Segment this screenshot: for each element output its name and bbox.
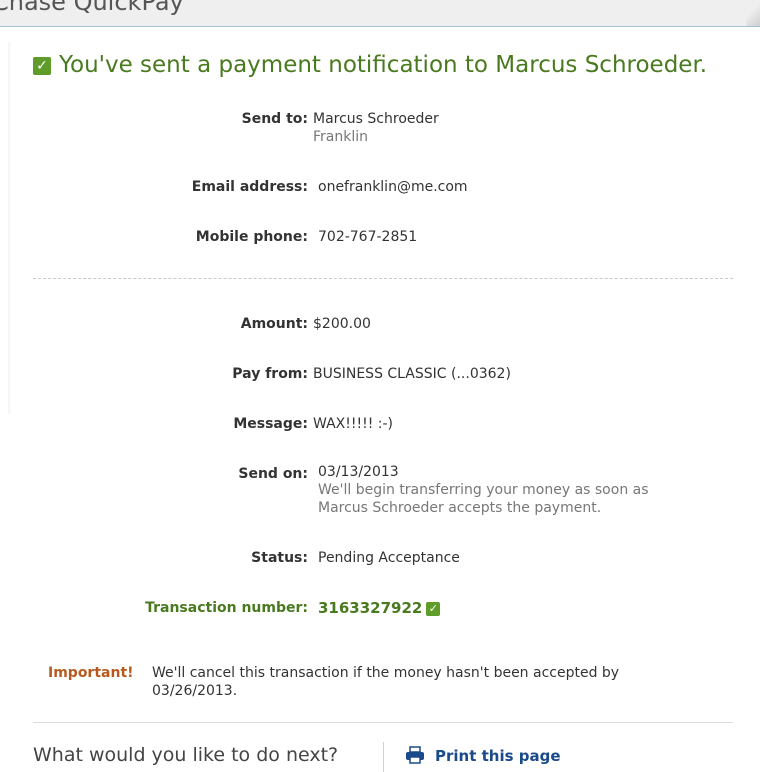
recipient-name: Marcus Schroeder (313, 111, 439, 127)
transaction-value-wrap: 3163327922 ✓ (318, 599, 441, 618)
send-on-note-line-2: Marcus Schroeder accepts the payment. (318, 500, 602, 516)
check-icon: ✓ (33, 57, 51, 75)
status-value: Pending Acceptance (318, 550, 460, 566)
amount-value: $200.00 (313, 316, 371, 332)
confirmation-headline: ✓ You've sent a payment notification to M… (33, 52, 707, 78)
important-label: Important! (48, 665, 134, 681)
important-text: We'll cancel this transaction if the mon… (152, 665, 620, 699)
pay-from-value: BUSINESS CLASSIC (...0362) (313, 366, 511, 382)
header-corner (746, 0, 760, 26)
status-label: Status: (251, 550, 308, 566)
print-page-label[interactable]: Print this page (435, 747, 561, 765)
send-to-label: Send to: (241, 111, 308, 127)
send-on-date: 03/13/2013 (318, 464, 399, 480)
confirmation-text: You've sent a payment notification to Ma… (59, 52, 708, 78)
next-steps-heading: What would you like to do next? (33, 744, 339, 766)
recipient-nickname: Franklin (313, 129, 369, 145)
transaction-number: 3163327922 (318, 599, 423, 617)
app-title: Chase QuickPay (0, 0, 184, 16)
email-value: onefranklin@me.com (318, 179, 468, 195)
pay-from-label: Pay from: (232, 366, 308, 382)
amount-label: Amount: (240, 316, 308, 332)
email-label: Email address: (191, 179, 308, 195)
phone-value: 702-767-2851 (318, 229, 418, 245)
section-divider (33, 278, 733, 279)
transaction-label: Transaction number: (145, 600, 308, 616)
check-icon: ✓ (426, 602, 441, 616)
message-label: Message: (233, 416, 308, 432)
phone-label: Mobile phone: (195, 229, 308, 245)
footer-divider (33, 722, 733, 723)
footer-separator (383, 742, 384, 772)
content-edge (8, 42, 12, 414)
app-header: Chase QuickPay (0, 0, 760, 27)
message-value: WAX!!!!! :-) (313, 416, 393, 432)
send-on-label: Send on: (238, 466, 308, 482)
send-on-note-line-1: We'll begin transferring your money as s… (318, 482, 649, 498)
